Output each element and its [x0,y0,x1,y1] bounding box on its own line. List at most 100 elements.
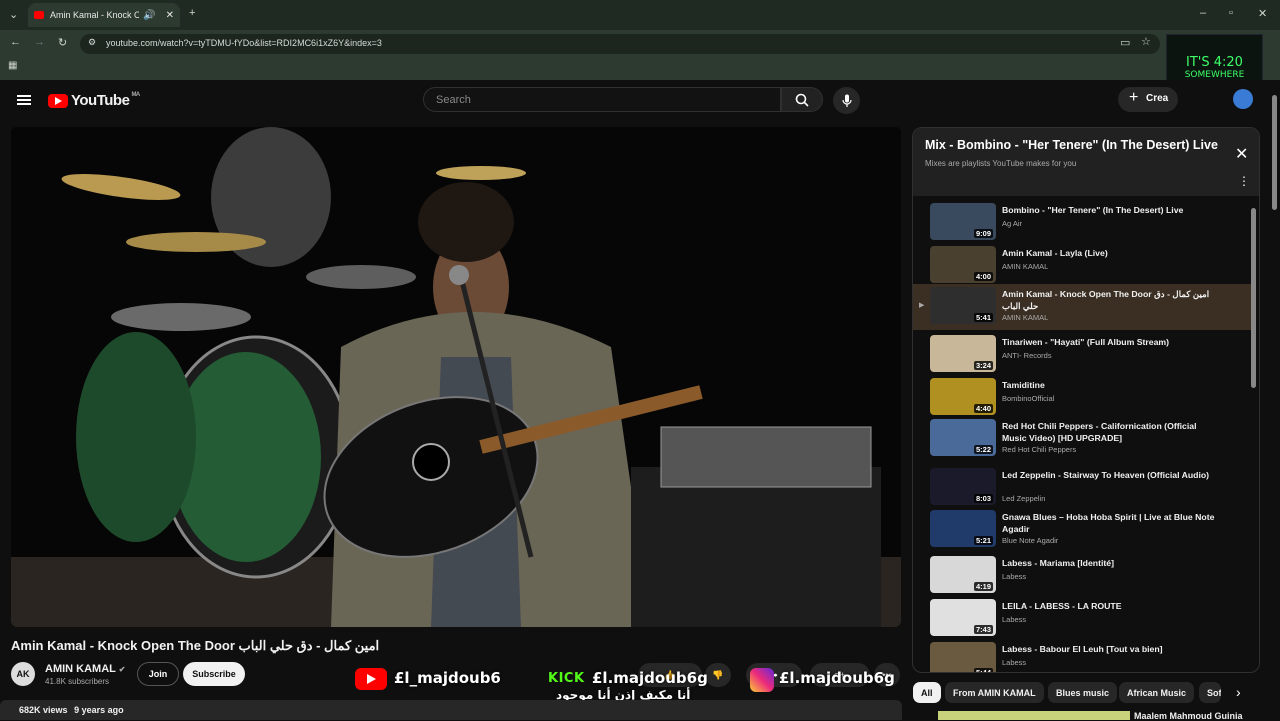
playlist-item[interactable]: 5:44 Labess - Babour El Leuh [Tout va bie… [913,639,1253,672]
page-scrollbar[interactable] [1272,95,1277,210]
thumbs-down-icon: 👎 [712,669,724,680]
maximize-icon[interactable]: ▫ [1229,7,1233,19]
playlist-item-channel: Ag Air [1002,219,1023,228]
playlist-item-title[interactable]: Labess - Mariama [Identité] [1002,557,1222,569]
playlist-thumbnail[interactable]: 9:09 [930,203,996,240]
minimize-icon[interactable]: – [1200,7,1206,19]
plus-icon: + [1129,89,1139,106]
channel-name[interactable]: AMIN KAMAL ✔ [45,663,125,675]
menu-icon[interactable] [17,95,31,105]
playlist-item[interactable]: 7:43 LEILA - LABESS - LA ROUTE Labess [913,596,1253,638]
playlist-item[interactable]: 9:09 Bombino - "Her Tenere" (In The Deser… [913,200,1253,242]
filter-chip[interactable]: All [913,682,941,703]
overlay-kick-handle: £l.majdoub6g [592,669,708,687]
video-title: Amin Kamal - Knock Open The Door امين كم… [11,638,380,653]
playlist-item[interactable]: 4:00 Amin Kamal - Layla (Live) AMIN KAMAL [913,243,1253,285]
playlist-item[interactable]: ▶ 5:41 Amin Kamal - Knock Open The Door ام… [913,284,1253,330]
account-avatar[interactable] [1233,89,1253,109]
playlist-item-channel: AMIN KAMAL [1002,262,1049,271]
youtube-logo[interactable]: YouTube MA [48,92,140,109]
playlist-item-channel: Labess [1002,658,1027,667]
subscribe-button[interactable]: Subscribe [183,662,245,686]
tab-list-icon[interactable]: ⌄ [9,8,18,21]
close-window-icon[interactable]: ✕ [1258,7,1267,20]
microphone-icon [841,94,852,107]
playlist-thumbnail[interactable]: 4:00 [930,246,996,283]
playlist-item[interactable]: 8:03 Led Zeppelin - Stairway To Heaven (O… [913,465,1253,507]
duration-badge: 8:03 [973,494,993,503]
duration-badge: 4:19 [973,582,993,591]
playlist-item-title[interactable]: Amin Kamal - Knock Open The Door امين كم… [1002,288,1222,312]
filter-chip[interactable]: From AMIN KAMAL [945,682,1044,703]
playlist-item[interactable]: 5:21 Gnawa Blues – Hoba Hoba Spirit | Liv… [913,507,1253,549]
playlist-thumbnail[interactable]: 7:43 [930,599,996,636]
playlist-thumbnail[interactable]: 5:22 [930,419,996,456]
playlist-scrollbar[interactable] [1251,208,1256,388]
video-frame [11,127,901,627]
search-input[interactable]: Search [423,87,781,112]
voice-search-button[interactable] [833,87,860,114]
playlist-thumbnail[interactable]: 4:40 [930,378,996,415]
filter-chip[interactable]: Blues music [1048,682,1118,703]
forward-icon[interactable]: → [34,36,45,48]
playlist-item-channel: AMIN KAMAL [1002,313,1049,322]
playlist-item[interactable]: 5:22 Red Hot Chili Peppers - Californicat… [913,416,1253,458]
bookmarks-bar: ▦ [0,56,1280,80]
playlist-title[interactable]: Mix - Bombino - "Her Tenere" (In The Des… [925,138,1218,152]
playlist-item[interactable]: 4:40 Tamiditine BombinoOfficial [913,375,1253,417]
now-playing-icon: ▶ [919,302,925,309]
video-description-box[interactable]: 682K views 9 years ago [0,700,902,720]
playlist-thumbnail[interactable]: 5:21 [930,510,996,547]
recommended-thumbnail[interactable] [938,711,1130,720]
site-info-icon[interactable]: ⚙ [88,37,96,48]
browser-tab[interactable]: Amin Kamal - Knock Open The Door 🔊 ✕ [28,3,180,27]
duration-badge: 9:09 [973,229,993,238]
playlist-item-title[interactable]: LEILA - LABESS - LA ROUTE [1002,600,1222,612]
create-label: Crea [1146,93,1169,104]
subscriber-count: 41.8K subscribers [45,677,110,686]
playlist-item-title[interactable]: Amin Kamal - Layla (Live) [1002,247,1222,259]
playlist-item-title[interactable]: Red Hot Chili Peppers - Californication … [1002,420,1222,444]
address-bar-row: ← → ↻ ⚙ youtube.com/watch?v=tyTDMU-fYDo&… [0,30,1280,56]
chevron-right-icon[interactable]: › [1236,684,1241,700]
new-tab-icon[interactable]: + [189,7,195,19]
filter-chip[interactable]: Soft [1199,682,1221,703]
filter-chip[interactable]: African Music [1119,682,1195,703]
dislike-button[interactable]: 👎 [705,663,731,687]
url-field[interactable]: ⚙ youtube.com/watch?v=tyTDMU-fYDo&list=R… [80,34,1160,54]
playlist-item-title[interactable]: Tamiditine [1002,379,1222,391]
playlist-thumbnail[interactable]: 5:41 [930,287,996,324]
playlist-item[interactable]: 3:24 Tinariwen - "Hayati" (Full Album Str… [913,332,1253,374]
playlist-panel: Mix - Bombino - "Her Tenere" (In The Des… [912,127,1260,673]
apps-grid-icon[interactable]: ▦ [8,60,17,71]
playlist-item-title[interactable]: Labess - Babour El Leuh [Tout va bien] [1002,643,1222,655]
join-button[interactable]: Join [137,662,179,686]
channel-avatar[interactable]: AK [11,662,35,686]
playlist-thumbnail[interactable]: 4:19 [930,556,996,593]
more-vert-icon[interactable]: ⋮ [1238,174,1250,188]
back-icon[interactable]: ← [10,36,21,48]
cast-icon[interactable]: ▭ [1120,36,1130,49]
playlist-item-channel: Red Hot Chili Peppers [1002,445,1077,454]
bookmark-star-icon[interactable]: ☆ [1141,35,1151,48]
youtube-overlay-icon [355,668,387,690]
overlay-line1: IT'S 4:20 [1186,55,1243,70]
instagram-overlay-icon [750,668,774,692]
search-button[interactable] [781,87,823,112]
create-button[interactable]: + Crea [1118,87,1178,112]
playlist-item-title[interactable]: Gnawa Blues – Hoba Hoba Spirit | Live at… [1002,511,1222,535]
logo-text: YouTube [71,92,130,109]
playlist-thumbnail[interactable]: 8:03 [930,468,996,505]
url-text: youtube.com/watch?v=tyTDMU-fYDo&list=RDI… [106,38,382,48]
playlist-item-title[interactable]: Led Zeppelin - Stairway To Heaven (Offic… [1002,469,1222,481]
playlist-thumbnail[interactable]: 5:44 [930,642,996,672]
close-icon[interactable]: ✕ [1235,144,1248,164]
playlist-item-title[interactable]: Tinariwen - "Hayati" (Full Album Stream) [1002,336,1222,348]
playlist-thumbnail[interactable]: 3:24 [930,335,996,372]
video-player[interactable] [11,127,901,627]
tab-title: Amin Kamal - Knock Open The Door [50,10,140,20]
reload-icon[interactable]: ↻ [58,36,67,49]
playlist-item[interactable]: 4:19 Labess - Mariama [Identité] Labess [913,553,1253,595]
playlist-item-title[interactable]: Bombino - "Her Tenere" (In The Desert) L… [1002,204,1222,216]
tab-close-icon[interactable]: ✕ [166,10,174,21]
